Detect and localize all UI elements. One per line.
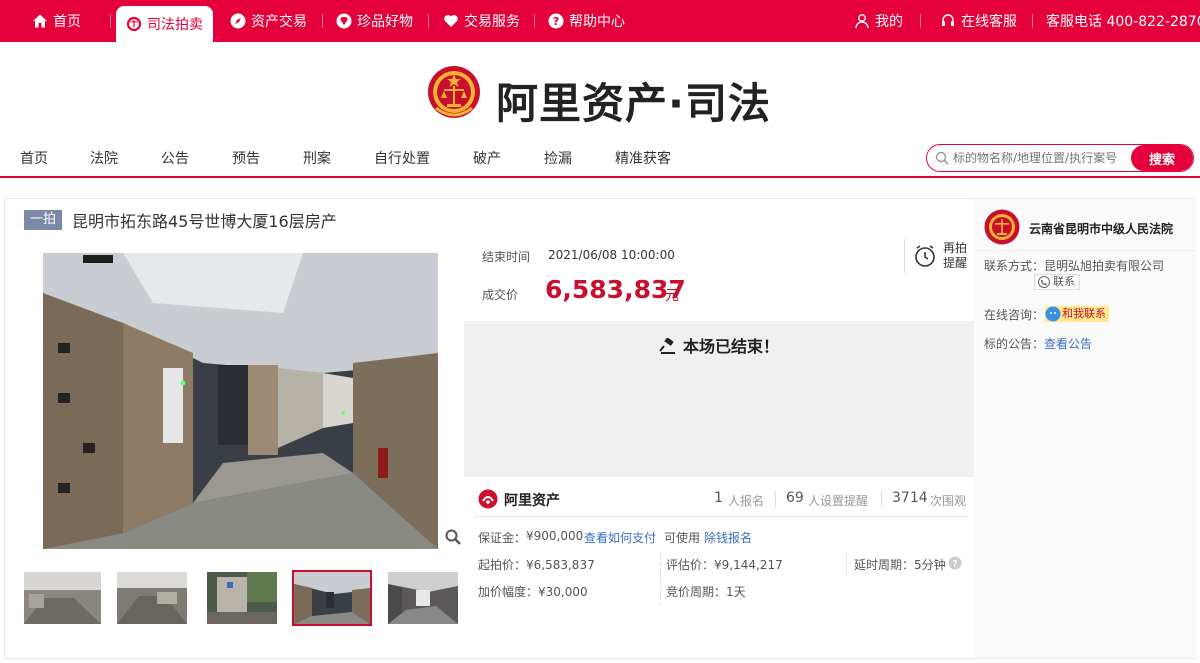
phone-icon bbox=[1038, 276, 1050, 292]
usable-label: 可使用 bbox=[664, 531, 701, 545]
how-to-pay-link[interactable]: 查看如何支付 bbox=[584, 529, 656, 546]
reminder-label: 人设置提醒 bbox=[808, 494, 869, 508]
topnav-asset-trade[interactable]: 资产交易 bbox=[230, 0, 307, 42]
contact-me-button[interactable]: 和我联系 bbox=[1045, 306, 1109, 322]
thumbnail-2[interactable] bbox=[117, 572, 187, 624]
thumbnail-5[interactable] bbox=[388, 572, 458, 624]
topnav-mine[interactable]: 我的 bbox=[854, 0, 903, 42]
price-label: 成交价 bbox=[482, 288, 519, 302]
view-label: 次围观 bbox=[930, 494, 967, 508]
signup-count: 1 bbox=[714, 490, 723, 506]
contact-button[interactable]: 联系 bbox=[1034, 274, 1080, 290]
topnav-online-service[interactable]: 在线客服 bbox=[940, 0, 1017, 42]
court-emblem-logo bbox=[426, 64, 482, 122]
auction-ended-panel: 本场已结束！ bbox=[464, 321, 974, 477]
court-info-panel: 云南省昆明市中级人民法院 联系方式： 昆明弘旭拍卖有限公司 联系 在线咨询： 和… bbox=[974, 198, 1196, 659]
mainnav-home[interactable]: 首页 bbox=[20, 148, 48, 168]
view-notice-link[interactable]: 查看公告 bbox=[1044, 335, 1092, 352]
thumbnail-3[interactable] bbox=[207, 572, 277, 624]
deposit-value: ¥900,000 bbox=[526, 529, 584, 543]
contact-company: 昆明弘旭拍卖有限公司 bbox=[1044, 259, 1165, 273]
wangwang-chat-icon bbox=[1045, 306, 1061, 327]
price-unit: 元 bbox=[665, 288, 679, 304]
main-nav: 首页 法院 公告 预告 刑案 自行处置 破产 捡漏 精准获客 搜索 bbox=[0, 142, 1200, 178]
compass-icon bbox=[230, 13, 246, 29]
price-info: 结束时间 2021/06/08 10:00:00 成交价 6,583,837 元… bbox=[464, 239, 974, 319]
search-icon bbox=[935, 151, 949, 165]
reminder-count: 69 bbox=[786, 490, 804, 506]
mainnav-precise-leads[interactable]: 精准获客 bbox=[615, 148, 671, 168]
contact-label: 联系方式： bbox=[984, 259, 1045, 273]
help-circle-icon[interactable]: ? bbox=[948, 556, 962, 573]
court-emblem-icon bbox=[984, 209, 1020, 248]
court-name[interactable]: 云南省昆明市中级人民法院 bbox=[1029, 220, 1173, 237]
mainnav-preview[interactable]: 预告 bbox=[232, 148, 260, 168]
topnav-home[interactable]: 首页 bbox=[32, 0, 81, 42]
top-bar: 首页 司法拍卖 资产交易 珍品好物 交易服务 ? 帮助中心 我的 在线客服 客服… bbox=[0, 0, 1200, 42]
eval-price: 评估价：¥9,144,217 bbox=[666, 558, 783, 572]
start-price: 起拍价：¥6,583,837 bbox=[478, 558, 595, 572]
end-time-value: 2021/06/08 10:00:00 bbox=[548, 248, 675, 262]
stats-row: 阿里资产 1 人报名 69 人设置提醒 3714 次围观 bbox=[464, 481, 974, 517]
thumbnail-strip bbox=[23, 570, 463, 626]
headset-icon bbox=[940, 13, 956, 29]
topnav-help-center[interactable]: ? 帮助中心 bbox=[548, 0, 625, 42]
mainnav-bankruptcy[interactable]: 破产 bbox=[473, 148, 501, 168]
auction-round-tag: 一拍 bbox=[24, 210, 63, 230]
search-button[interactable]: 搜索 bbox=[1131, 145, 1193, 171]
alarm-clock-icon bbox=[913, 244, 937, 271]
svg-text:?: ? bbox=[952, 560, 957, 570]
bidding-cycle: 竞价周期：1天 bbox=[666, 585, 746, 599]
search-box: 搜索 bbox=[926, 144, 1194, 172]
thumbnail-1[interactable] bbox=[24, 572, 101, 624]
auction-detail: 一拍 昆明市拓东路45号世博大厦16层房产 结束时间 2021/06/08 10… bbox=[4, 198, 975, 659]
hotline: 客服电话 400-822-2870 bbox=[1046, 14, 1200, 30]
search-input[interactable] bbox=[953, 145, 1131, 171]
topnav-treasures[interactable]: 珍品好物 bbox=[336, 0, 413, 42]
bid-increment: 加价幅度：¥30,000 bbox=[478, 585, 588, 599]
notice-label: 标的公告： bbox=[984, 337, 1045, 351]
thumbnail-4-selected[interactable] bbox=[292, 570, 372, 626]
topnav-trade-service[interactable]: 交易服务 bbox=[443, 0, 520, 42]
question-icon: ? bbox=[548, 13, 564, 29]
zoom-icon[interactable] bbox=[445, 529, 461, 545]
brand-name: 阿里资产 bbox=[504, 493, 560, 509]
item-title: 昆明市拓东路45号世博大厦16层房产 bbox=[72, 212, 337, 231]
signup-label: 人报名 bbox=[728, 494, 765, 508]
home-icon bbox=[32, 13, 48, 29]
loan-signup-link[interactable]: 除钱报名 bbox=[704, 529, 752, 546]
diamond-icon bbox=[336, 13, 352, 29]
svg-text:?: ? bbox=[553, 15, 559, 28]
consult-label: 在线咨询： bbox=[984, 308, 1045, 322]
heart-icon bbox=[443, 13, 459, 29]
re-auction-remind-button[interactable]: 再拍 提醒 bbox=[904, 239, 972, 273]
topnav-judicial-auction[interactable]: 司法拍卖 bbox=[116, 6, 213, 42]
end-time-label: 结束时间 bbox=[482, 250, 531, 264]
user-icon bbox=[854, 13, 870, 29]
mainnav-self-disposal[interactable]: 自行处置 bbox=[374, 148, 430, 168]
site-logo-text[interactable]: 阿里资产·司法 bbox=[496, 70, 771, 131]
auction-ended-message: 本场已结束！ bbox=[464, 333, 974, 358]
alibaba-asset-logo-icon bbox=[478, 489, 498, 512]
mainnav-bargains[interactable]: 捡漏 bbox=[544, 148, 572, 168]
mainnav-criminal[interactable]: 刑案 bbox=[303, 148, 331, 168]
gavel-icon bbox=[659, 337, 677, 358]
mainnav-notice[interactable]: 公告 bbox=[161, 148, 189, 168]
deposit-label: 保证金： bbox=[478, 531, 527, 545]
auction-details: 保证金： ¥900,000 查看如何支付 可使用 除钱报名 起拍价：¥6,583… bbox=[464, 519, 974, 629]
mainnav-court[interactable]: 法院 bbox=[90, 148, 118, 168]
main-photo[interactable] bbox=[23, 253, 468, 549]
court-emblem-icon bbox=[126, 16, 142, 32]
logo-area: 阿里资产·司法 bbox=[0, 42, 1200, 142]
view-count: 3714 bbox=[892, 490, 928, 506]
delay-period: 延时周期：5分钟 bbox=[854, 558, 946, 572]
